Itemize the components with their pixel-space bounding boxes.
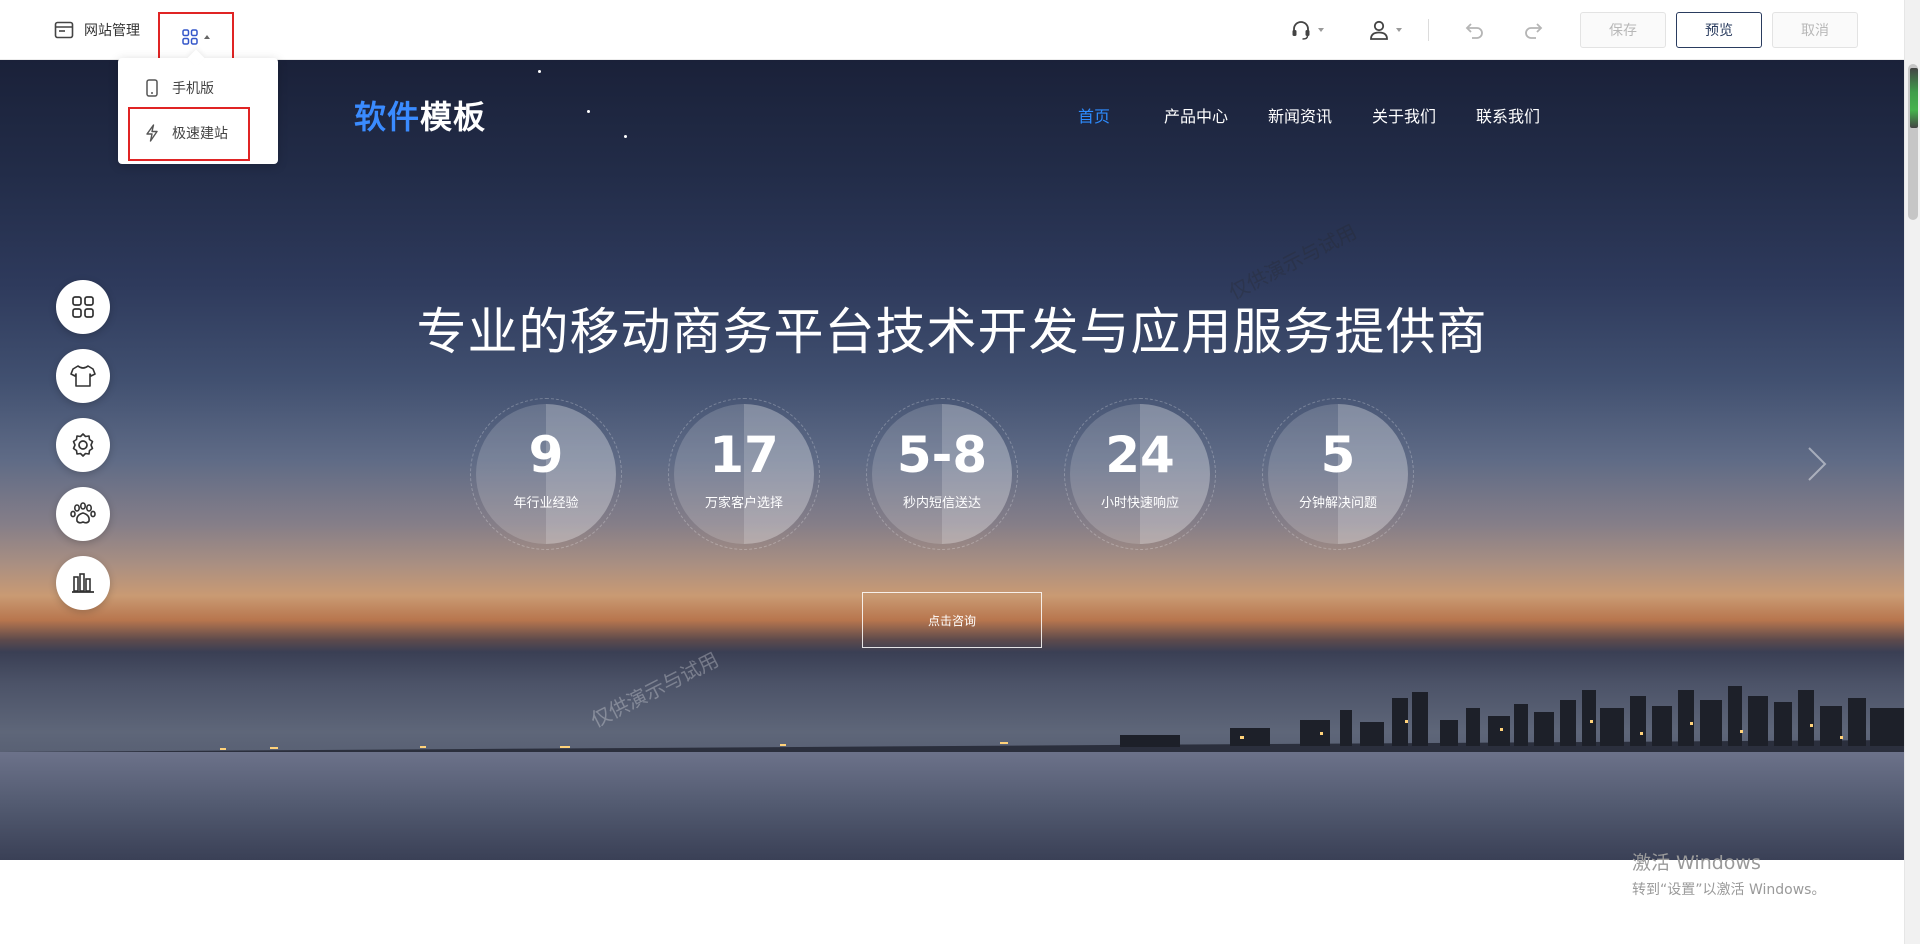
preview-button[interactable]: 预览 — [1676, 12, 1762, 48]
nav-contact[interactable]: 联系我们 — [1476, 103, 1540, 127]
consult-button[interactable]: 点击咨询 — [862, 592, 1042, 648]
stat-label: 万家客户选择 — [704, 496, 783, 511]
nav-news[interactable]: 新闻资讯 — [1268, 103, 1332, 127]
windows-activation-notice: 激活 Windows 转到“设置”以激活 Windows。 — [1632, 848, 1825, 899]
side-tool-plugins[interactable] — [56, 487, 110, 541]
windows-activation-hint: 转到“设置”以激活 Windows。 — [1632, 882, 1826, 898]
nav-home[interactable]: 首页 — [1078, 103, 1110, 127]
dropdown-item-quick-build[interactable]: 极速建站 — [144, 121, 228, 145]
stat-value: 5 — [1320, 426, 1356, 484]
undo-icon — [1465, 23, 1483, 39]
redo-button[interactable] — [1522, 18, 1544, 42]
caret-down-icon — [1396, 28, 1402, 32]
stat-circle: 5 分钟解决问题 — [1268, 404, 1408, 544]
windows-activation-title: 激活 Windows — [1632, 852, 1761, 874]
mobile-icon — [146, 79, 158, 97]
caret-down-icon — [1318, 28, 1324, 32]
site-logo-part1: 软件 — [354, 98, 421, 136]
stat-circle: 24 小时快速响应 — [1070, 404, 1210, 544]
apps-dropdown-menu: 手机版 极速建站 — [118, 58, 278, 164]
apps-icon — [72, 296, 94, 318]
caret-up-icon — [204, 35, 210, 39]
account-button[interactable] — [1368, 18, 1402, 42]
shirt-icon — [70, 365, 96, 387]
preview-canvas: 软件模板 首页 产品中心 新闻资讯 关于我们 联系我们 专业的移动商务平台技术开… — [0, 60, 1904, 860]
undo-button[interactable] — [1464, 18, 1486, 42]
browser-window-icon — [54, 21, 74, 39]
stat-label: 分钟解决问题 — [1298, 496, 1377, 511]
paw-icon — [70, 502, 96, 524]
editor-toolbar: 网站管理 保存 预览 取消 — [0, 0, 1904, 62]
library-icon — [72, 573, 94, 593]
redo-icon — [1525, 23, 1543, 39]
site-manage-label: 网站管理 — [84, 23, 140, 39]
user-icon — [1370, 20, 1388, 40]
stat-circle: 5-8 秒内短信送达 — [872, 404, 1012, 544]
scroll-meter-decoration — [1910, 68, 1918, 128]
hero-banner: 软件模板 首页 产品中心 新闻资讯 关于我们 联系我们 专业的移动商务平台技术开… — [0, 60, 1904, 860]
editor-app: 网站管理 保存 预览 取消 软件模板 首页 产品中心 新闻资讯 关于我们 联系我… — [0, 0, 1920, 944]
stat-label: 年行业经验 — [513, 496, 579, 511]
save-button[interactable]: 保存 — [1580, 12, 1666, 48]
lightning-icon — [146, 124, 158, 142]
cancel-button[interactable]: 取消 — [1772, 12, 1858, 48]
hero-headline: 专业的移动商务平台技术开发与应用服务提供商 — [416, 303, 1488, 361]
nav-about[interactable]: 关于我们 — [1372, 103, 1436, 127]
dropdown-item-label: 手机版 — [172, 81, 214, 97]
dropdown-item-mobile[interactable]: 手机版 — [144, 76, 214, 100]
side-tool-apps[interactable] — [56, 280, 110, 334]
side-tool-library[interactable] — [56, 556, 110, 610]
stat-value: 17 — [709, 426, 779, 484]
stat-value: 24 — [1105, 426, 1175, 484]
stat-label: 秒内短信送达 — [902, 496, 981, 511]
stat-value: 5-8 — [896, 426, 988, 484]
site-manage-button[interactable]: 网站管理 — [54, 18, 140, 42]
grid-apps-icon — [182, 29, 198, 45]
stat-circle: 17 万家客户选择 — [674, 404, 814, 544]
stat-label: 小时快速响应 — [1100, 496, 1179, 511]
stat-circle: 9 年行业经验 — [476, 404, 616, 544]
side-tool-theme[interactable] — [56, 349, 110, 403]
toolbar-divider — [1428, 19, 1429, 41]
support-button[interactable] — [1290, 18, 1324, 42]
site-logo-part2: 模板 — [420, 98, 487, 136]
dropdown-item-label: 极速建站 — [172, 126, 228, 142]
headset-icon — [1292, 21, 1310, 40]
chevron-right-icon[interactable] — [1805, 444, 1829, 484]
stat-value: 9 — [528, 426, 564, 484]
page-scrollbar[interactable] — [1904, 0, 1920, 944]
gear-icon — [72, 433, 94, 457]
nav-products[interactable]: 产品中心 — [1164, 103, 1228, 127]
site-logo[interactable]: 软件模板 — [354, 92, 486, 138]
side-tool-settings[interactable] — [56, 418, 110, 472]
